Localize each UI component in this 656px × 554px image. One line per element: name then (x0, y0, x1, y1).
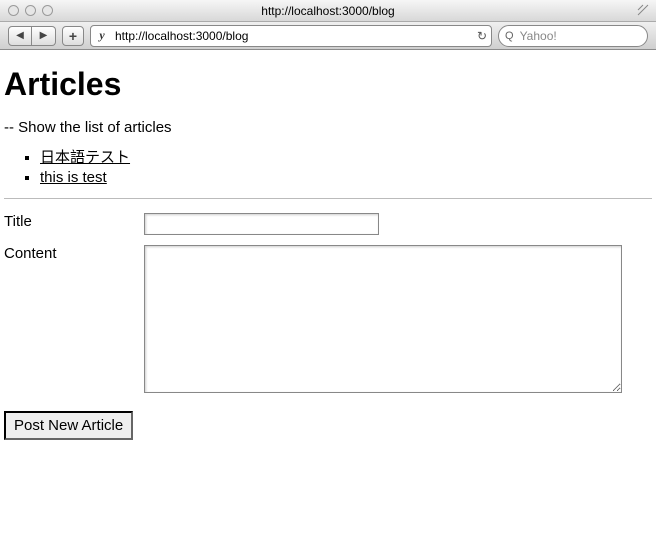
back-button[interactable]: ◀ (8, 26, 32, 46)
add-tab-button[interactable]: + (62, 26, 84, 46)
list-item: 日本語テスト (40, 146, 652, 167)
article-link[interactable]: 日本語テスト (40, 149, 130, 166)
resize-icon[interactable] (636, 3, 650, 20)
title-label: Title (4, 213, 144, 230)
article-link[interactable]: this is test (40, 169, 107, 186)
article-list: 日本語テスト this is test (4, 146, 652, 186)
minimize-icon[interactable] (25, 5, 36, 16)
submit-button[interactable]: Post New Article (4, 411, 133, 440)
forward-button[interactable]: ▶ (32, 26, 56, 46)
list-item: this is test (40, 169, 652, 186)
form-row-title: Title (4, 213, 652, 235)
browser-toolbar: ◀ ▶ + y ↻ Q (0, 22, 656, 50)
search-bar[interactable]: Q (498, 25, 648, 47)
browser-window: http://localhost:3000/blog ◀ ▶ + y ↻ Q A… (0, 0, 656, 554)
form-row-content: Content (4, 245, 652, 393)
search-input[interactable] (518, 28, 656, 44)
content-label: Content (4, 245, 144, 262)
window-title: http://localhost:3000/blog (261, 4, 394, 18)
page-subtitle: -- Show the list of articles (4, 119, 652, 136)
address-bar[interactable]: y ↻ (90, 25, 492, 47)
title-input[interactable] (144, 213, 379, 235)
content-textarea[interactable] (144, 245, 622, 393)
favicon-icon: y (95, 29, 109, 43)
zoom-icon[interactable] (42, 5, 53, 16)
window-controls (8, 5, 53, 16)
url-input[interactable] (113, 28, 473, 44)
page-heading: Articles (4, 66, 652, 103)
nav-buttons: ◀ ▶ (8, 26, 56, 46)
reload-icon[interactable]: ↻ (477, 29, 487, 43)
divider (4, 198, 652, 199)
close-icon[interactable] (8, 5, 19, 16)
page-content: Articles -- Show the list of articles 日本… (0, 50, 656, 554)
titlebar: http://localhost:3000/blog (0, 0, 656, 22)
search-icon: Q (505, 30, 514, 42)
